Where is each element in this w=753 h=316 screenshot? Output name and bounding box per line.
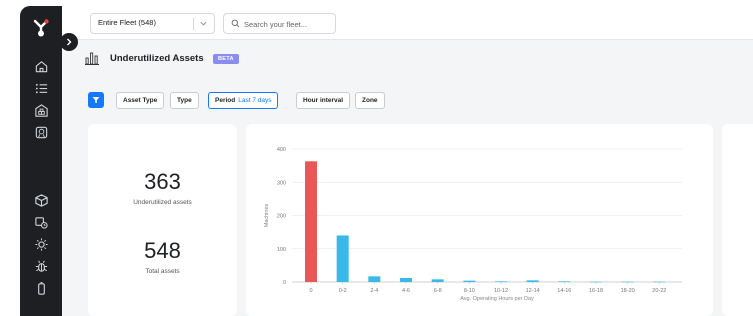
- truck-timer-icon[interactable]: [33, 214, 49, 230]
- hour-interval-filter[interactable]: Hour interval: [296, 92, 351, 109]
- bar: [463, 280, 476, 282]
- chart-card: 0 100 200 300 400 Machines 0 0-2 2-4 4-6 6-8 8-10 10…: [246, 124, 713, 316]
- underutilized-count: 363: [144, 169, 181, 194]
- fleet-select[interactable]: Entire Fleet (548): [90, 13, 215, 34]
- select-divider: [193, 18, 194, 30]
- bar: [336, 235, 349, 282]
- sidebar-toggle-button[interactable]: [60, 33, 78, 51]
- x-tick-label: 6-8: [434, 288, 442, 294]
- filter-toggle-button[interactable]: [88, 92, 104, 108]
- total-count: 548: [144, 238, 181, 263]
- histogram-chart: 0 100 200 300 400 Machines 0 0-2 2-4 4-6 6-8 8-10 10…: [264, 147, 682, 302]
- y-tick-label: 400: [277, 147, 286, 153]
- x-axis-label: Avg. Operating Hours per Day: [460, 296, 534, 302]
- period-value: Last 7 days: [238, 97, 272, 104]
- beta-badge: BETA: [213, 54, 239, 64]
- sun-icon[interactable]: [33, 236, 49, 252]
- chevron-down-icon[interactable]: [199, 19, 208, 28]
- x-tick-label: 0: [309, 288, 312, 294]
- period-label: Period: [215, 97, 236, 104]
- x-tick-label: 20-22: [652, 288, 666, 294]
- x-tick-label: 2-4: [370, 288, 378, 294]
- y-axis-label: Machines: [264, 203, 270, 227]
- page-title: Underutilized Assets: [110, 53, 204, 64]
- zone-filter[interactable]: Zone: [355, 92, 385, 109]
- x-tick-label: 16-18: [589, 288, 603, 294]
- warehouse-icon[interactable]: [33, 102, 49, 118]
- search-box[interactable]: [223, 13, 336, 34]
- underutilized-label: Underutilized assets: [133, 199, 192, 206]
- x-tick-label: 4-6: [402, 288, 410, 294]
- y-tick-label: 200: [277, 214, 286, 220]
- y-tick-label: 0: [283, 280, 286, 286]
- bar: [305, 161, 317, 282]
- period-filter[interactable]: Period Last 7 days: [208, 92, 279, 109]
- x-tick-label: 0-2: [339, 288, 347, 294]
- side-card: [722, 124, 753, 316]
- x-tick-label: 14-16: [557, 288, 571, 294]
- bar: [495, 281, 507, 282]
- home-icon[interactable]: [33, 58, 49, 74]
- bar: [368, 276, 381, 282]
- bar: [526, 280, 539, 282]
- top-bar: Entire Fleet (548): [62, 6, 753, 40]
- brand-logo[interactable]: [31, 18, 51, 38]
- x-tick-label: 12-14: [526, 288, 540, 294]
- bar: [431, 279, 444, 282]
- x-tick-label: 18-20: [621, 288, 635, 294]
- x-tick-label: 10-12: [494, 288, 508, 294]
- filter-bar: Asset Type Type Period Last 7 days Hour i…: [62, 92, 753, 112]
- battery-icon[interactable]: [33, 280, 49, 296]
- x-tick-label: 8-10: [464, 288, 475, 294]
- type-filter[interactable]: Type: [170, 92, 199, 109]
- y-tick-label: 100: [277, 247, 286, 253]
- asset-type-filter[interactable]: Asset Type: [116, 92, 165, 109]
- filter-icon: [92, 97, 100, 104]
- check-badge-icon[interactable]: [33, 124, 49, 140]
- search-icon: [231, 19, 240, 28]
- sidebar: [20, 6, 62, 316]
- total-label: Total assets: [145, 268, 180, 275]
- bug-icon[interactable]: [33, 258, 49, 274]
- y-tick-label: 300: [277, 180, 286, 186]
- page-header: Underutilized Assets BETA: [62, 40, 753, 77]
- stats-card: 363 Underutilized assets 548 Total asset…: [88, 124, 237, 316]
- bar: [400, 278, 412, 282]
- list-icon[interactable]: [33, 80, 49, 96]
- bar-chart-icon: [85, 52, 99, 65]
- app-window: Entire Fleet (548) Underutilized Assets …: [20, 6, 753, 316]
- search-input[interactable]: [244, 17, 332, 31]
- bar: [558, 281, 571, 282]
- fleet-select-value: Entire Fleet (548): [98, 18, 156, 27]
- chevron-right-icon: [67, 38, 72, 46]
- cube-icon[interactable]: [33, 192, 49, 208]
